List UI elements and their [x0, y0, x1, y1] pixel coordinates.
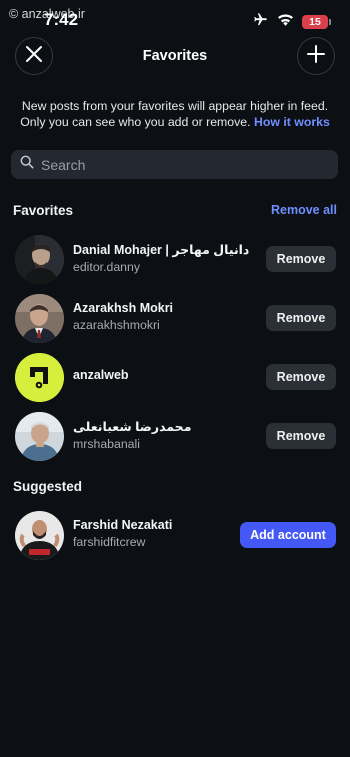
display-name: محمدرضا شعبانعلی: [73, 420, 192, 434]
list-item: Azarakhsh Mokri azarakhshmokri Remove: [0, 292, 350, 344]
info-line-1: New posts from your favorites will appea…: [21, 99, 329, 113]
avatar[interactable]: [15, 511, 64, 560]
avatar[interactable]: [15, 235, 64, 284]
username: azarakhshmokri: [73, 318, 160, 332]
username: farshidfitcrew: [73, 535, 146, 549]
favorites-screen: © anzalweb.ir 7:42 15 Favorites New post: [0, 0, 350, 757]
avatar[interactable]: [15, 412, 64, 461]
display-name: anzalweb: [73, 368, 129, 382]
info-text: New posts from your favorites will appea…: [10, 98, 340, 130]
account-names[interactable]: Farshid Nezakati farshidfitcrew: [73, 518, 172, 549]
status-bar: © anzalweb.ir 7:42 15: [0, 0, 350, 32]
remove-button[interactable]: Remove: [266, 423, 336, 449]
airplane-icon: [252, 12, 269, 32]
display-name: Danial Mohajer | دانیال مهاجر: [73, 243, 250, 257]
display-name: Azarakhsh Mokri: [73, 301, 174, 315]
battery-icon: 15: [302, 15, 331, 29]
favorites-section-title: Favorites: [13, 203, 74, 218]
add-favorite-button[interactable]: [297, 37, 335, 75]
remove-button[interactable]: Remove: [266, 246, 336, 272]
account-names[interactable]: Azarakhsh Mokri azarakhshmokri: [73, 301, 173, 332]
username: mrshabanali: [73, 437, 140, 451]
display-name: Farshid Nezakati: [73, 518, 173, 532]
avatar[interactable]: [15, 353, 64, 402]
status-time: 7:42: [44, 10, 79, 29]
remove-button[interactable]: Remove: [266, 364, 336, 390]
search-input[interactable]: [41, 156, 321, 173]
avatar[interactable]: [15, 294, 64, 343]
account-names[interactable]: Danial Mohajer | دانیال مهاجر editor.dan…: [73, 242, 249, 274]
suggested-section-title: Suggested: [13, 479, 83, 494]
add-account-button[interactable]: Add account: [240, 522, 336, 548]
search-bar[interactable]: [11, 150, 338, 179]
list-item: محمدرضا شعبانعلی mrshabanali Remove: [0, 410, 350, 462]
list-item: Danial Mohajer | دانیال مهاجر editor.dan…: [0, 233, 350, 285]
list-item: anzalweb Remove: [0, 351, 350, 403]
account-names[interactable]: محمدرضا شعبانعلی mrshabanali: [73, 419, 191, 451]
info-line-2: Only you can see who you add or remove. …: [10, 114, 340, 130]
remove-button[interactable]: Remove: [266, 305, 336, 331]
info-line-2-text: Only you can see who you add or remove.: [20, 115, 251, 129]
remove-all-button[interactable]: Remove all: [271, 203, 337, 217]
plus-icon: [306, 44, 326, 69]
how-it-works-link[interactable]: How it works: [254, 115, 330, 129]
list-item: Farshid Nezakati farshidfitcrew Add acco…: [0, 509, 350, 561]
status-icons: 15: [252, 12, 331, 32]
header: Favorites: [0, 37, 350, 77]
username: editor.danny: [73, 260, 141, 274]
search-icon: [20, 155, 34, 174]
account-names[interactable]: anzalweb: [73, 368, 129, 382]
wifi-icon: [277, 13, 294, 31]
